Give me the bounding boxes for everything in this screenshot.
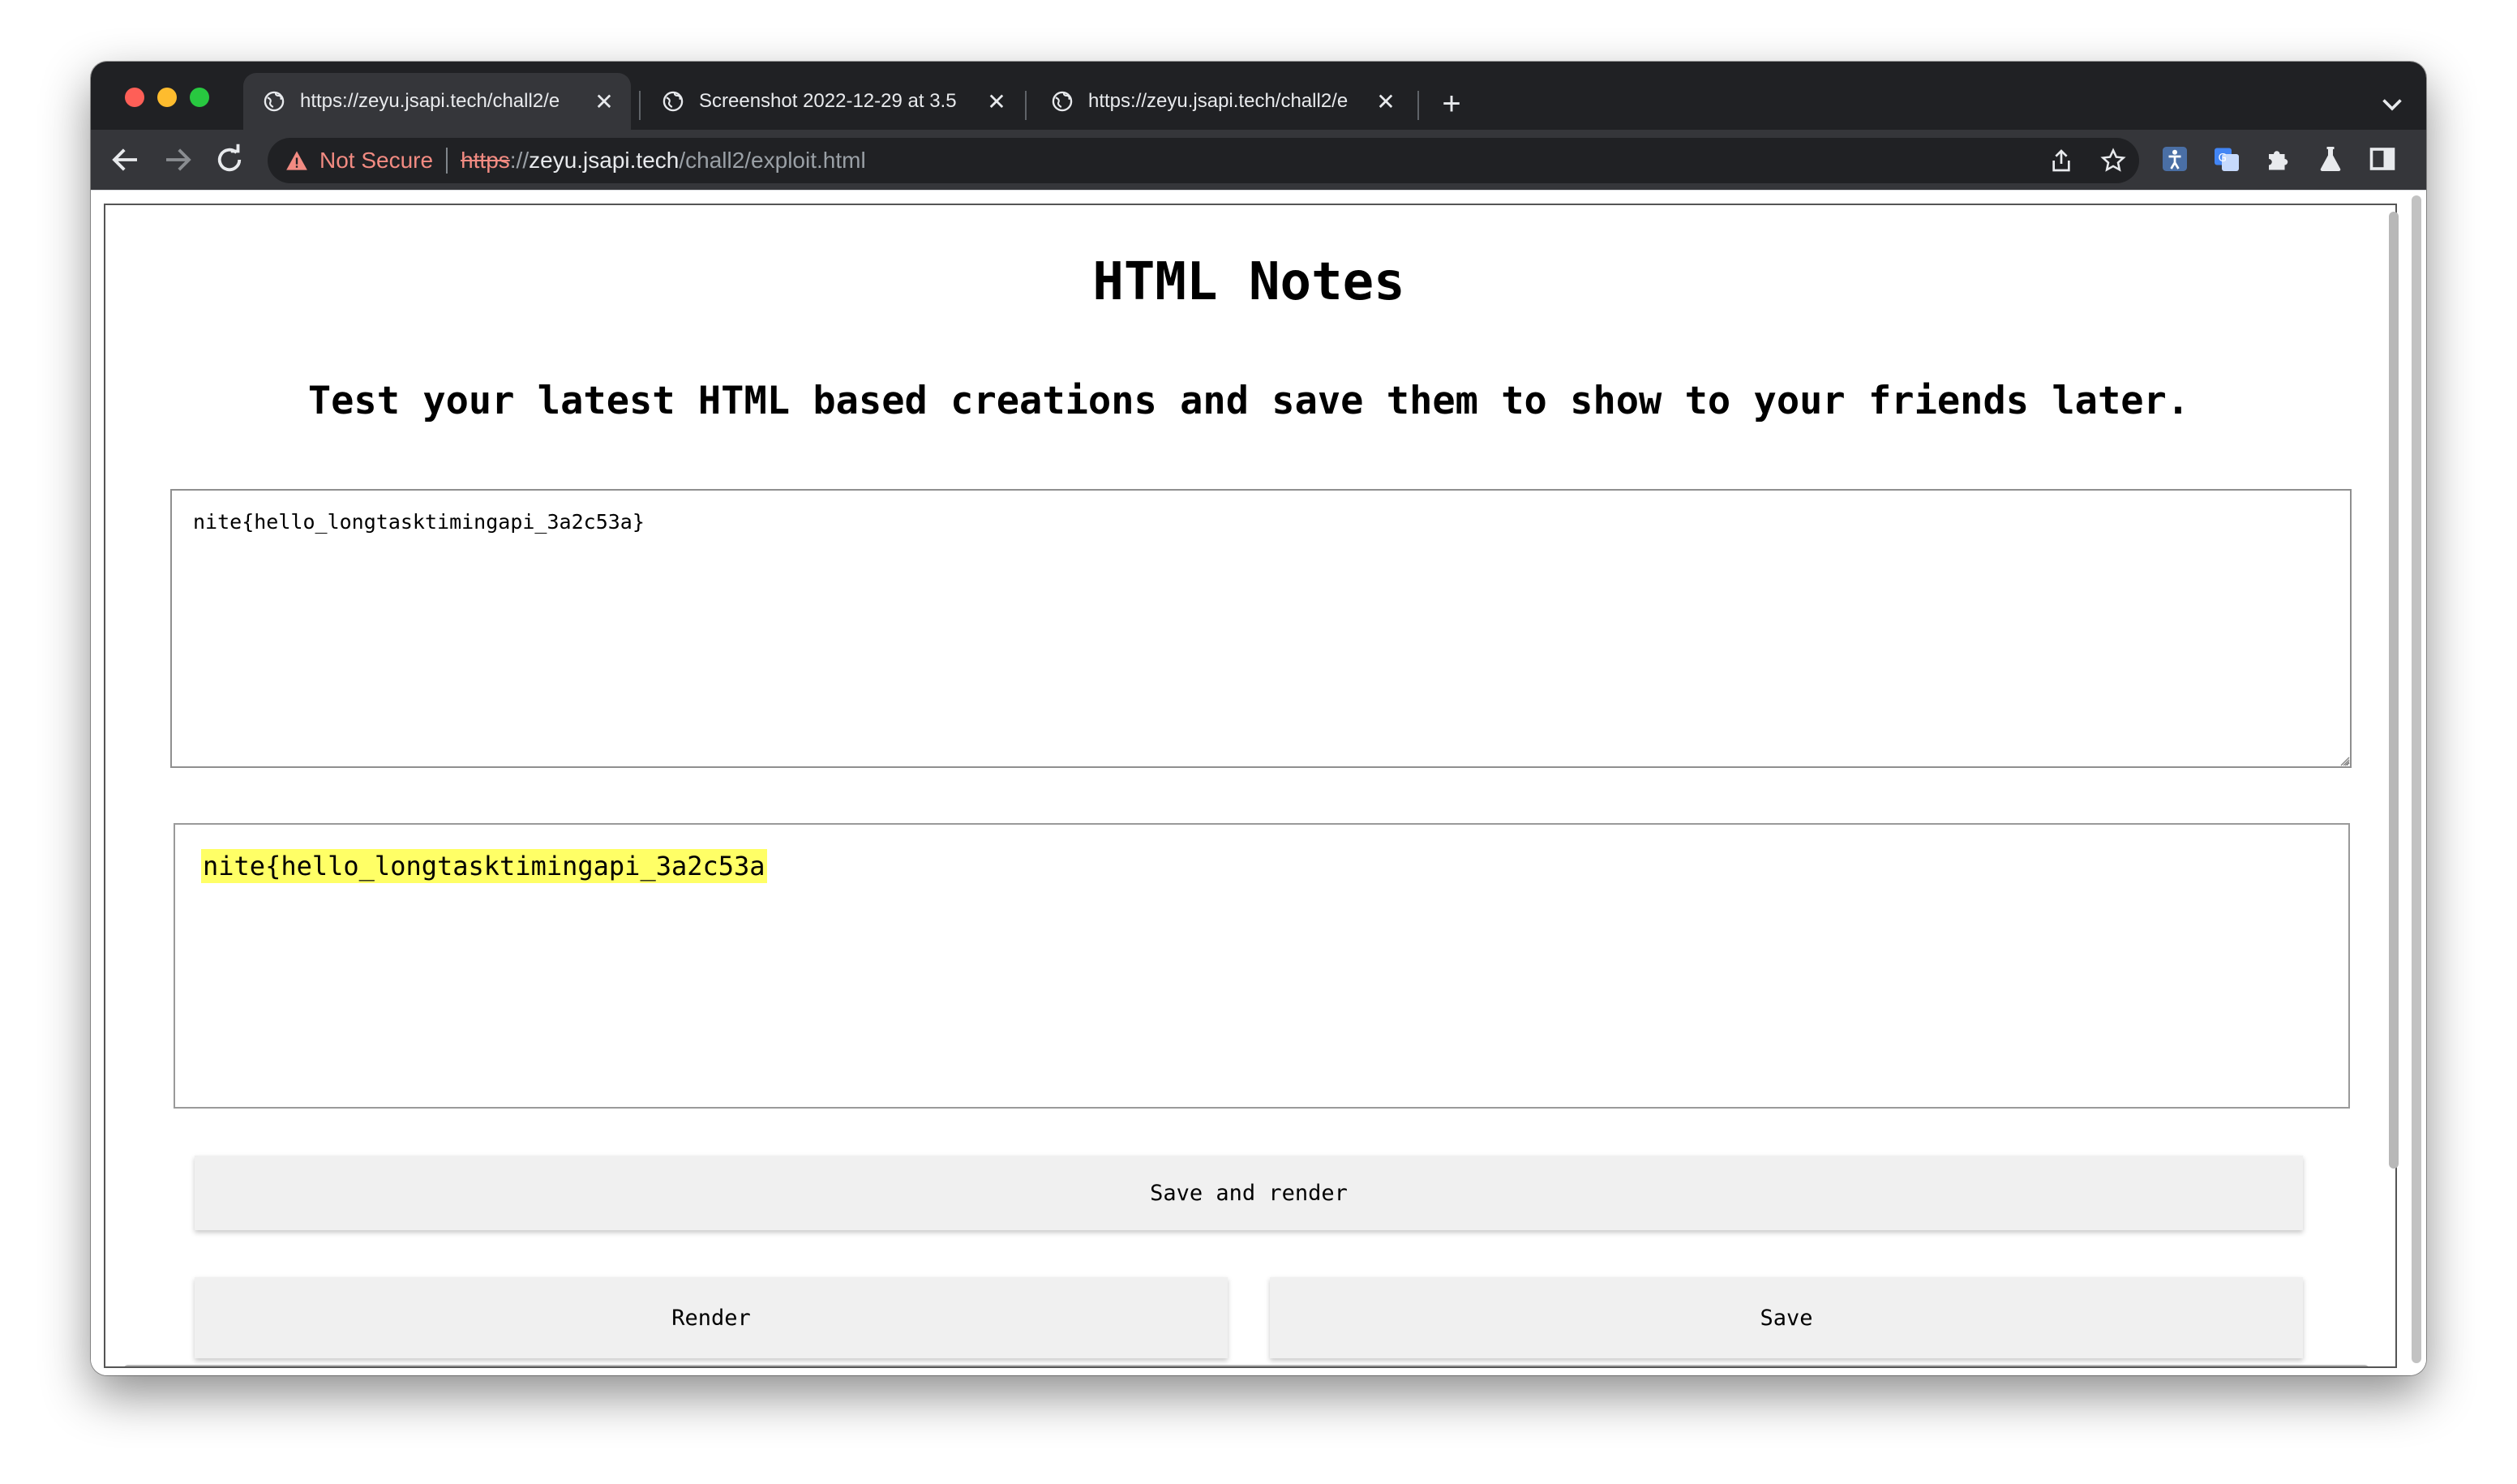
tab-divider [1417,91,1419,120]
new-tab-button[interactable]: + [1434,86,1469,122]
tab-3[interactable]: https://zeyu.jsapi.tech/chall2/e ✕ [1031,73,1413,130]
browser-window: https://zeyu.jsapi.tech/chall2/e ✕ Scree… [91,62,2426,1375]
resize-handle-icon[interactable] [2337,753,2350,766]
vertical-scrollbar[interactable] [2408,195,2425,1363]
extension-accessibility-icon[interactable] [2160,144,2189,174]
tab-strip: https://zeyu.jsapi.tech/chall2/e ✕ Scree… [91,62,2426,130]
window-minimize-button[interactable] [157,88,177,107]
globe-icon [662,91,684,112]
window-close-button[interactable] [125,88,144,107]
page-title: HTML Notes [1092,252,1405,312]
page-viewport: HTML Notes Test your latest HTML based c… [91,190,2426,1375]
render-button[interactable]: Render [195,1277,1228,1358]
inner-vertical-scrollbar[interactable] [2386,212,2402,1169]
svg-text:G: G [2219,152,2227,165]
highlighted-text: nite{hello_longtasktimingapi_3a2c53a [201,849,767,883]
tab-1-label: https://zeyu.jsapi.tech/chall2/e [300,90,560,112]
save-button[interactable]: Save [1270,1277,2303,1358]
window-maximize-button[interactable] [190,88,209,107]
tab-2[interactable]: Screenshot 2022-12-29 at 3.5 ✕ [642,73,1023,130]
save-and-render-button[interactable]: Save and render [195,1156,2303,1230]
url-separator: :// [509,148,530,173]
forward-arrow-icon[interactable] [161,143,195,177]
globe-icon [1052,91,1073,112]
close-icon[interactable]: ✕ [984,89,1009,114]
tab-2-label: Screenshot 2022-12-29 at 3.5 [699,90,957,112]
reload-icon[interactable] [212,143,247,177]
html-editor-textarea[interactable]: nite{hello_longtasktimingapi_3a2c53a} [170,489,2352,768]
page-subtitle: Test your latest HTML based creations an… [307,379,2190,423]
tab-divider [639,91,641,120]
close-icon[interactable]: ✕ [592,89,616,114]
omnibox-divider [446,148,448,174]
share-icon[interactable] [2048,148,2074,174]
tab-3-label: https://zeyu.jsapi.tech/chall2/e [1088,90,1349,112]
address-bar[interactable]: Not Secure https :// zeyu.jsapi.tech /ch… [268,138,2139,183]
url-scheme: https [461,148,510,173]
url-path: /chall2/exploit.html [679,148,866,173]
url-host: zeyu.jsapi.tech [529,148,680,173]
star-icon[interactable] [2100,148,2126,174]
warning-icon [286,151,307,170]
translate-icon[interactable]: G [2212,144,2241,174]
render-preview: nite{hello_longtasktimingapi_3a2c53a [174,823,2350,1109]
close-icon[interactable]: ✕ [1374,89,1398,114]
side-panel-icon[interactable] [2368,144,2397,174]
horizontal-scrollbar-thumb[interactable] [123,1365,2369,1366]
tab-divider [1025,91,1027,120]
chevron-down-icon[interactable] [2378,89,2407,118]
puzzle-icon[interactable] [2264,144,2293,174]
globe-icon [264,91,285,112]
horizontal-scrollbar[interactable] [118,1362,2395,1366]
back-arrow-icon[interactable] [109,143,143,177]
flask-icon[interactable] [2316,144,2345,174]
security-label[interactable]: Not Secure [319,148,433,174]
app-frame: HTML Notes Test your latest HTML based c… [104,204,2397,1368]
vertical-scrollbar-thumb[interactable] [2412,195,2421,1363]
tab-1[interactable]: https://zeyu.jsapi.tech/chall2/e ✕ [243,73,631,130]
inner-vertical-scrollbar-thumb[interactable] [2389,212,2399,1169]
browser-toolbar: Not Secure https :// zeyu.jsapi.tech /ch… [91,130,2426,190]
